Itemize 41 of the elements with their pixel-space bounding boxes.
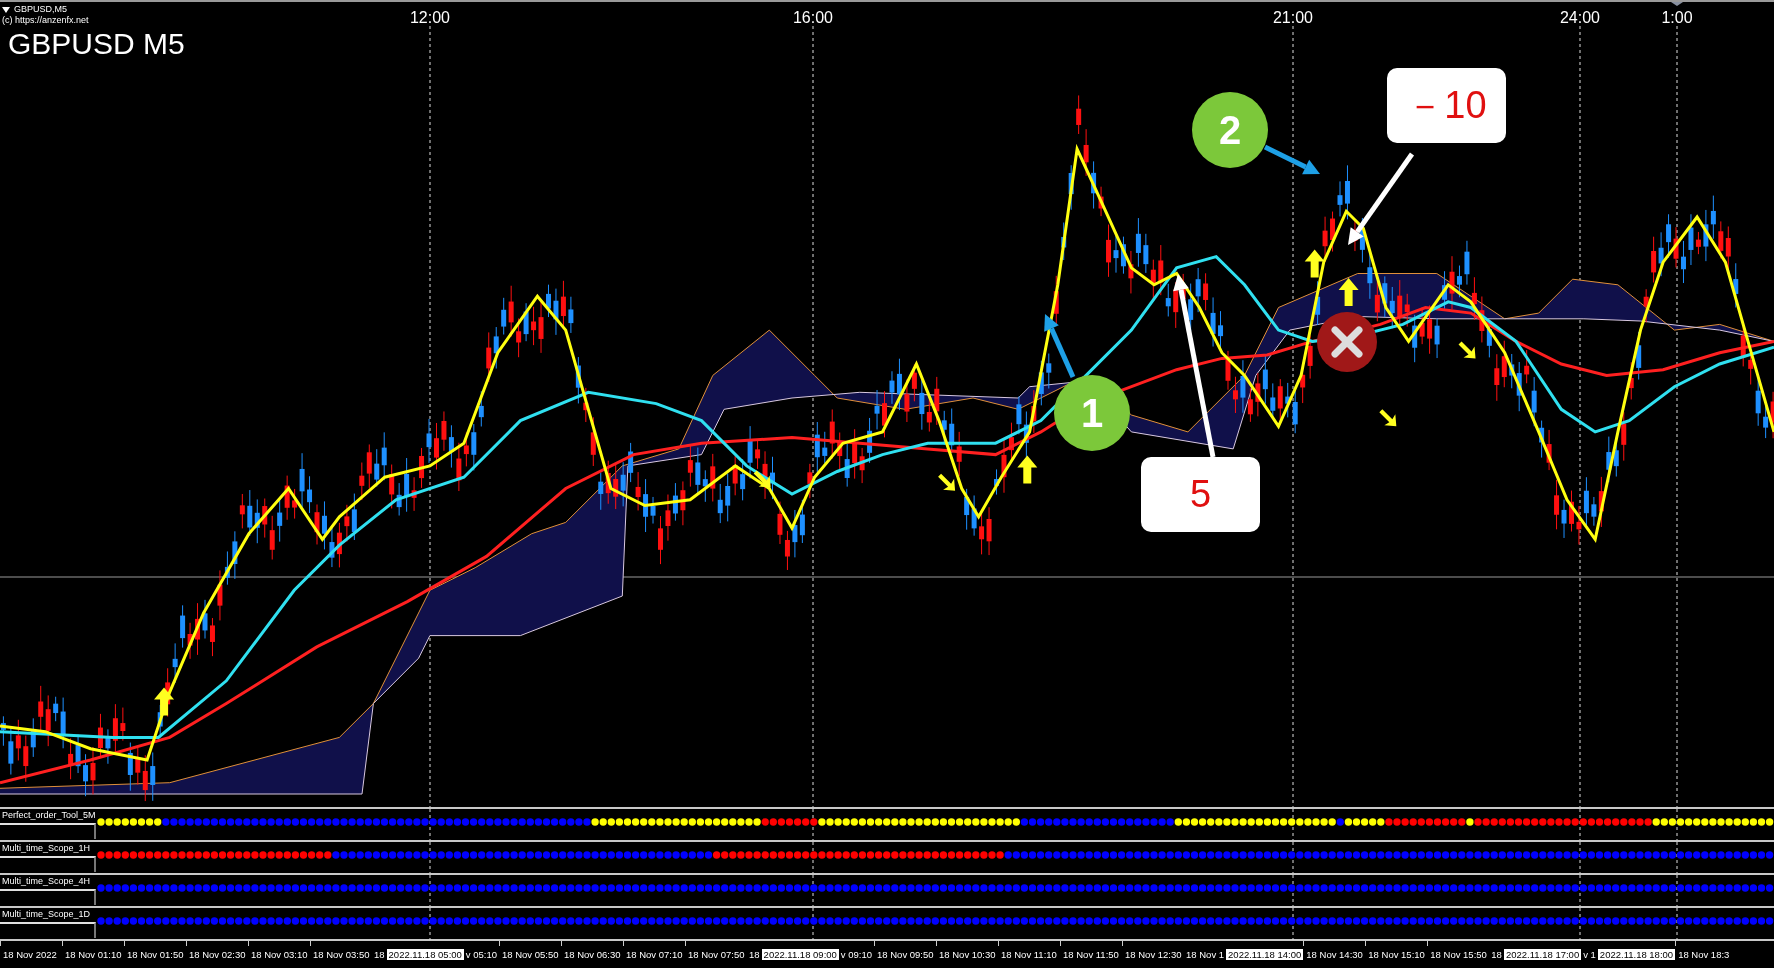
cross-marker-icon — [1317, 312, 1377, 372]
axis-label: v 05:10 — [464, 949, 498, 960]
step-number-badge: 1 — [1054, 375, 1130, 451]
axis-label: v 1 — [1582, 949, 1597, 960]
down-arrow-icon — [1458, 341, 1476, 359]
axis-label: 18 — [1490, 949, 1503, 960]
time-label: 16:00 — [793, 9, 833, 26]
down-arrow-icon — [1379, 409, 1397, 427]
time-label: 21:00 — [1273, 9, 1313, 26]
symbol-label: GBPUSD M5 — [8, 28, 185, 60]
axis-label: 18 — [748, 949, 761, 960]
window-title: GBPUSD,M5 — [14, 4, 67, 15]
shift-marker-icon — [1671, 2, 1683, 6]
up-arrow-icon — [154, 687, 175, 716]
down-arrow-icon — [753, 470, 771, 488]
axis-date-marker: 2022.11.18 05:00 — [386, 949, 464, 960]
up-arrow-icon — [1017, 455, 1038, 484]
time-label: 1:00 — [1661, 9, 1693, 26]
pointer-arrow — [1044, 314, 1076, 378]
axis-label: 18 — [373, 949, 386, 960]
pointer-arrow — [1263, 144, 1320, 175]
indicator-label: Perfect_order_Tool_5M — [2, 810, 96, 821]
time-label: 24:00 — [1560, 9, 1600, 26]
pips-label-box: 5 — [1141, 457, 1260, 532]
down-arrow-icon — [938, 473, 956, 491]
axis-date-marker: 2022.11.18 14:00 — [1226, 949, 1304, 960]
time-label: 12:00 — [410, 9, 450, 26]
axis-date-marker: 2022.11.18 17:00 — [1503, 949, 1582, 960]
copyright-text: (c) https://anzenfx.net — [2, 15, 89, 26]
dropdown-icon[interactable] — [2, 6, 10, 13]
indicator-label: Multi_time_Scope_1D — [2, 909, 91, 920]
axis-date-marker: 2022.11.18 18:00 — [1597, 949, 1676, 960]
step-number-badge: 2 — [1192, 92, 1268, 168]
axis-label: 18 Nov 1 — [1185, 949, 1226, 960]
up-arrow-icon — [1304, 249, 1325, 278]
indicator-label: Multi_time_Scope_4H — [2, 876, 91, 887]
indicator-label: Multi_time_Scope_1H — [2, 843, 91, 854]
up-arrow-icon — [1338, 277, 1359, 306]
pips-label-box: －10 — [1387, 68, 1506, 143]
axis-date-marker: 2022.11.18 09:00 — [761, 949, 839, 960]
axis-label: v 09:10 — [839, 949, 874, 960]
